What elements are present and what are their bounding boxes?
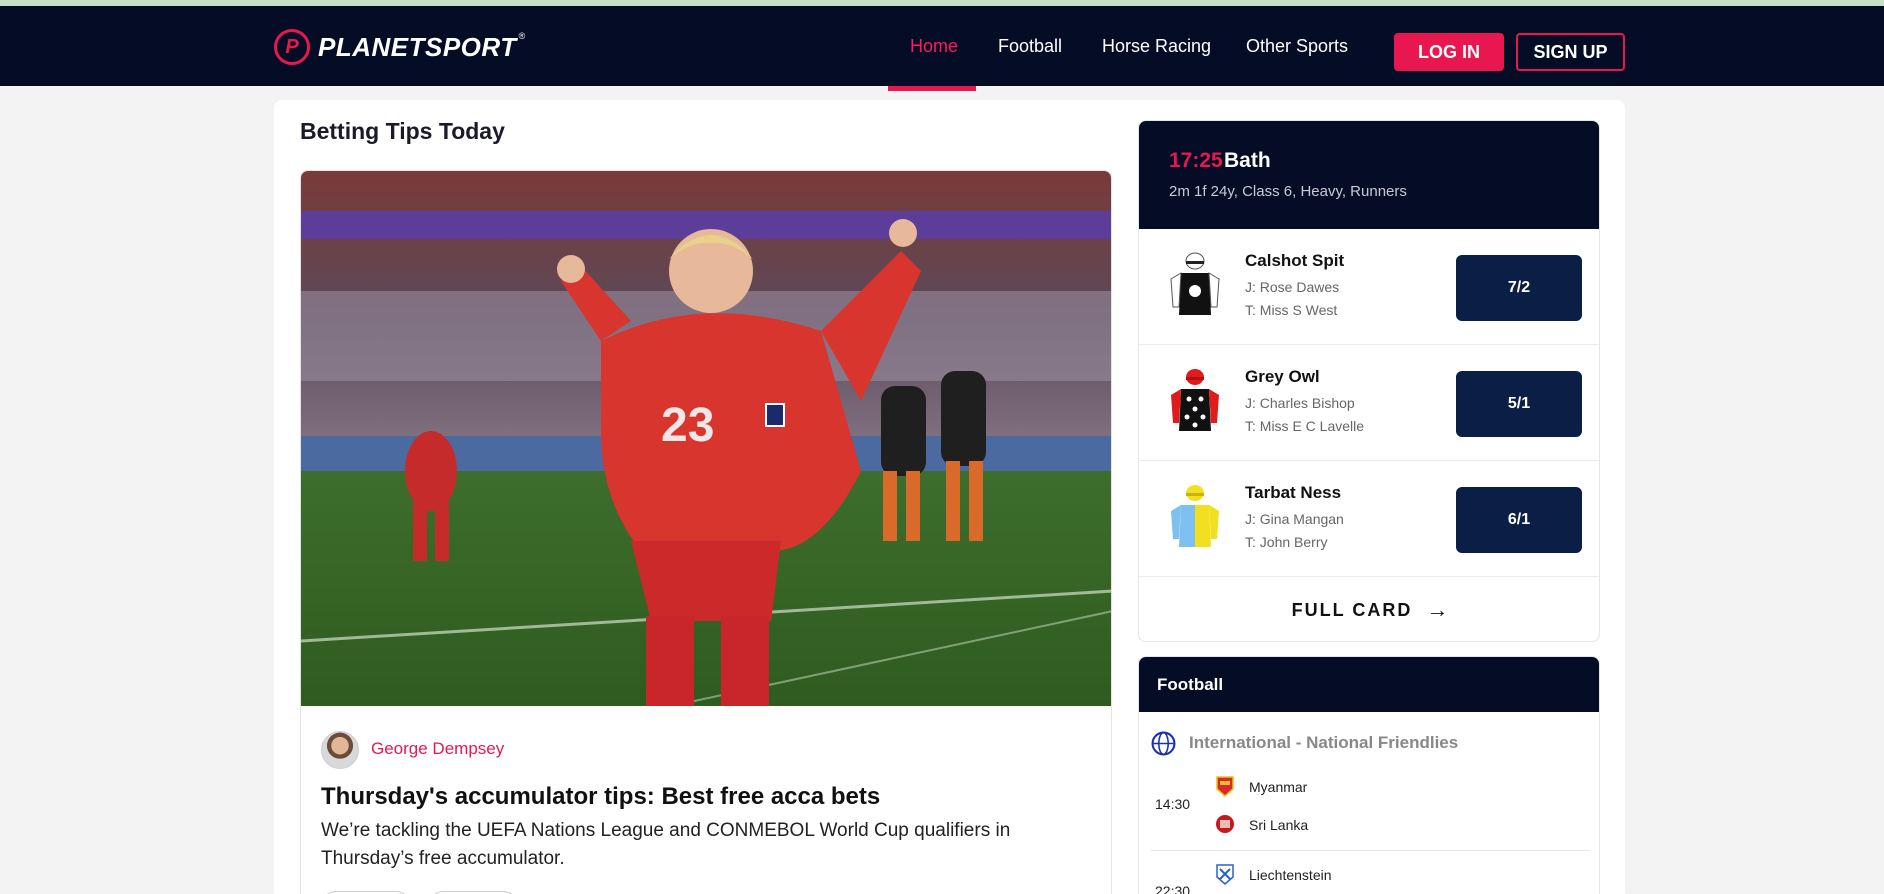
- odds-button[interactable]: 6/1: [1456, 487, 1582, 553]
- full-card-link[interactable]: FULL CARD →: [1139, 577, 1599, 641]
- nav-other-sports[interactable]: Other Sports: [1246, 6, 1348, 86]
- jockey-silks-icon: [1170, 252, 1220, 315]
- globe-icon: [1151, 731, 1176, 756]
- race-time: 17:25: [1169, 149, 1223, 172]
- team-crest-icon: [1216, 815, 1234, 833]
- author-name-link[interactable]: George Dempsey: [371, 739, 504, 759]
- race-card-widget: 17:25 Bath 2m 1f 24y, Class 6, Heavy, Ru…: [1138, 120, 1600, 642]
- kickoff-time: 22:30: [1155, 883, 1191, 894]
- logo-mark-icon: P: [274, 29, 310, 65]
- team-name[interactable]: Sri Lanka: [1249, 817, 1308, 833]
- race-details: 2m 1f 24y, Class 6, Heavy, Runners: [1169, 183, 1407, 200]
- jockey-silks-icon: [1171, 369, 1219, 431]
- runner-jockey: J: Charles Bishop: [1245, 395, 1355, 411]
- active-nav-underline: [888, 86, 976, 91]
- article-title[interactable]: Thursday's accumulator tips: Best free a…: [321, 783, 880, 811]
- match-divider: [1151, 850, 1589, 851]
- team-name[interactable]: Liechtenstein: [1249, 867, 1332, 883]
- team-crest-icon: [1216, 864, 1234, 885]
- signup-button[interactable]: SIGN UP: [1516, 33, 1625, 71]
- nav-horse-racing[interactable]: Horse Racing: [1102, 6, 1211, 86]
- full-card-label: FULL CARD: [1291, 599, 1413, 620]
- section-title: Betting Tips Today: [300, 118, 505, 144]
- author-avatar[interactable]: [321, 731, 359, 769]
- runner-row: Grey Owl J: Charles Bishop T: Miss E C L…: [1139, 345, 1599, 461]
- runner-name[interactable]: Grey Owl: [1245, 367, 1320, 387]
- football-heading[interactable]: Football: [1139, 657, 1599, 712]
- site-header: P PLANETSPORT ® Home Football Horse Raci…: [0, 6, 1884, 91]
- runner-row: Calshot Spit J: Rose Dawes T: Miss S Wes…: [1139, 229, 1599, 345]
- runner-row: Tarbat Ness J: Gina Mangan T: John Berry…: [1139, 461, 1599, 577]
- logo-text: PLANETSPORT: [318, 31, 517, 62]
- nav-football[interactable]: Football: [998, 6, 1062, 86]
- odds-button[interactable]: 7/2: [1456, 255, 1582, 321]
- svg-text:23: 23: [661, 399, 714, 452]
- login-button[interactable]: LOG IN: [1394, 33, 1504, 71]
- jockey-silks-icon: [1171, 485, 1219, 547]
- kickoff-time: 14:30: [1155, 796, 1191, 812]
- nav-home[interactable]: Home: [910, 6, 958, 86]
- team-name[interactable]: Myanmar: [1249, 779, 1307, 795]
- football-fixtures-widget: Football International - National Friend…: [1138, 656, 1600, 894]
- registered-mark: ®: [518, 31, 526, 41]
- football-celebration-image: 23: [301, 171, 1111, 706]
- competition-name[interactable]: International - National Friendlies: [1189, 733, 1458, 753]
- runner-name[interactable]: Calshot Spit: [1245, 251, 1344, 271]
- runner-jockey: J: Gina Mangan: [1245, 511, 1344, 527]
- featured-article-card[interactable]: 23 George Dempsey Thursday's accumulator…: [300, 170, 1112, 894]
- arrow-right-icon: →: [1426, 597, 1449, 622]
- runner-trainer: T: John Berry: [1245, 534, 1328, 550]
- planetsport-logo[interactable]: P PLANETSPORT ®: [274, 28, 525, 66]
- runner-trainer: T: Miss S West: [1245, 302, 1338, 318]
- race-venue: Bath: [1224, 149, 1271, 172]
- runner-jockey: J: Rose Dawes: [1245, 279, 1340, 295]
- article-hero-image[interactable]: 23: [301, 171, 1111, 706]
- team-crest-icon: [1216, 776, 1234, 797]
- runner-name[interactable]: Tarbat Ness: [1245, 483, 1341, 503]
- runner-trainer: T: Miss E C Lavelle: [1245, 418, 1365, 434]
- race-header[interactable]: 17:25 Bath 2m 1f 24y, Class 6, Heavy, Ru…: [1139, 121, 1599, 229]
- odds-button[interactable]: 5/1: [1456, 371, 1582, 437]
- article-description: We’re tackling the UEFA Nations League a…: [321, 820, 1011, 869]
